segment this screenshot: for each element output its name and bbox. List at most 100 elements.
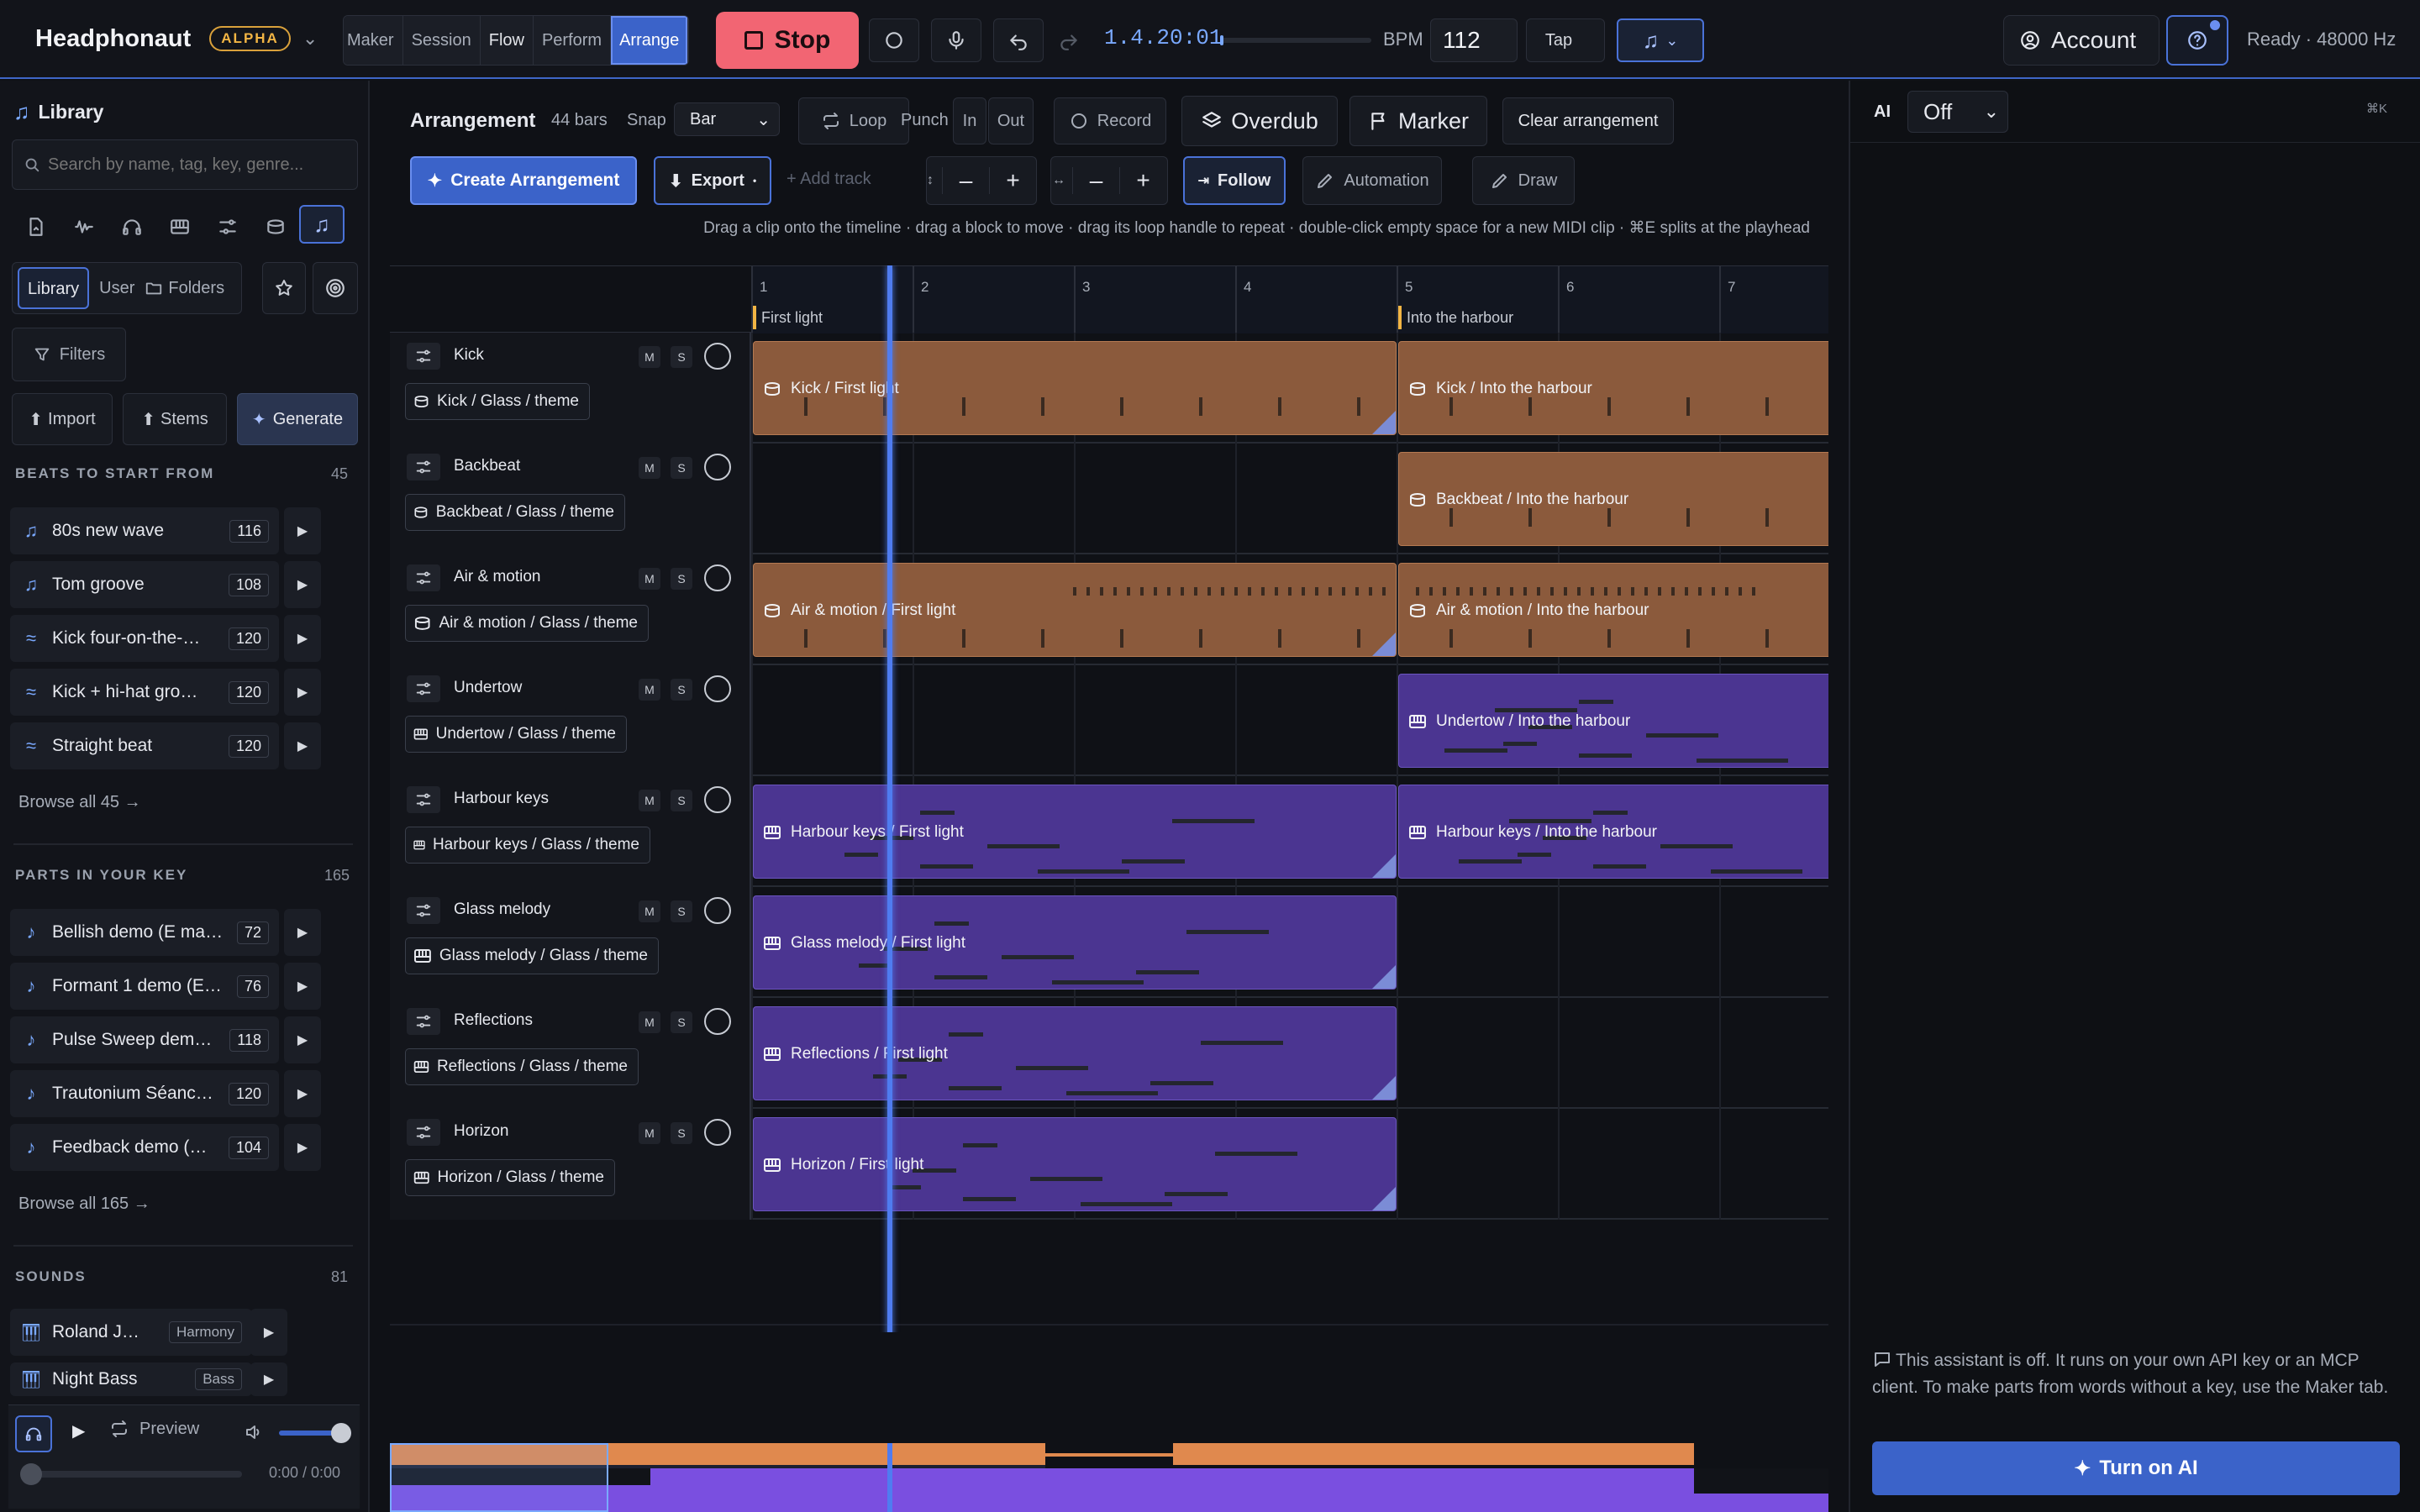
tab-folders[interactable]: Folders [145, 279, 224, 298]
clip[interactable]: Air & motion / Into the harbour [1398, 563, 1828, 657]
play-icon[interactable]: ▶ [284, 615, 321, 662]
solo-button[interactable]: S [671, 346, 692, 368]
undo-button[interactable] [993, 18, 1044, 62]
solo-button[interactable]: S [671, 568, 692, 590]
loop-handle[interactable] [1372, 633, 1396, 656]
mixer-icon[interactable] [407, 675, 440, 702]
mic-button[interactable] [931, 18, 981, 62]
account-button[interactable]: Account [2003, 15, 2160, 66]
bpm-input[interactable] [1430, 18, 1518, 62]
play-icon[interactable]: ▶ [284, 722, 321, 769]
marker-label[interactable]: First light [761, 309, 823, 327]
loop-handle[interactable] [1372, 965, 1396, 989]
list-item[interactable]: ♫ 80s new wave 116 [10, 507, 279, 554]
clip[interactable]: Harbour keys / Into the harbour [1398, 785, 1828, 879]
marker-button[interactable]: Marker [1349, 96, 1487, 146]
clip[interactable]: Glass melody / First light [753, 895, 1397, 990]
play-icon[interactable]: ▶ [250, 1309, 287, 1356]
record-arm-icon[interactable] [704, 343, 731, 370]
solo-button[interactable]: S [671, 790, 692, 811]
list-item[interactable]: ♪ Feedback demo (… 104 [10, 1124, 279, 1171]
mute-button[interactable]: M [639, 1011, 660, 1033]
tap-tempo-button[interactable]: Tap [1526, 18, 1605, 62]
draw-button[interactable]: Draw [1472, 156, 1575, 205]
mixer-icon[interactable] [407, 454, 440, 480]
tab-flow[interactable]: Flow [480, 16, 534, 65]
favorites-button[interactable] [262, 262, 306, 314]
loop-handle[interactable] [1372, 411, 1396, 434]
track-header[interactable]: Harbour keys M S Harbour keys / Glass / … [390, 776, 751, 887]
play-icon[interactable]: ▶ [284, 507, 321, 554]
export-button[interactable]: ⬇ Export • [654, 156, 771, 205]
record-arm-icon[interactable] [704, 454, 731, 480]
follow-button[interactable]: ⇥ Follow [1183, 156, 1286, 205]
scrubber-thumb[interactable] [1220, 35, 1223, 45]
record-arm-icon[interactable] [704, 1008, 731, 1035]
track-source-chip[interactable]: Undertow / Glass / theme [405, 716, 627, 753]
list-item[interactable]: ≈ Kick four-on-the-… 120 [10, 615, 279, 662]
automation-button[interactable]: Automation [1302, 156, 1442, 205]
loop-button[interactable]: Loop [798, 97, 909, 144]
sound-item[interactable]: 🎹︎ Roland J… Harmony [10, 1309, 252, 1356]
list-item[interactable]: ♪ Bellish demo (E ma… 72 [10, 909, 279, 956]
marker-label[interactable]: Into the harbour [1407, 309, 1513, 327]
mute-button[interactable]: M [639, 679, 660, 701]
mute-button[interactable]: M [639, 790, 660, 811]
volume-slider[interactable] [279, 1423, 351, 1443]
track-source-chip[interactable]: Backbeat / Glass / theme [405, 494, 625, 531]
help-button[interactable] [2166, 15, 2228, 66]
ai-mode-select[interactable]: Off ⌄ [1907, 91, 2008, 133]
target-button[interactable] [313, 262, 358, 314]
track-header[interactable]: Backbeat M S Backbeat / Glass / theme [390, 444, 751, 554]
track-source-chip[interactable]: Horizon / Glass / theme [405, 1159, 615, 1196]
volume-thumb[interactable] [331, 1423, 351, 1443]
volume-icon[interactable] [244, 1422, 264, 1442]
mixer-icon[interactable] [407, 786, 440, 813]
list-item[interactable]: ≈ Kick + hi-hat gro… 120 [10, 669, 279, 716]
play-icon[interactable]: ▶ [284, 561, 321, 608]
track-source-chip[interactable]: Air & motion / Glass / theme [405, 605, 649, 642]
mixer-icon[interactable] [407, 1119, 440, 1146]
mute-button[interactable]: M [639, 457, 660, 479]
record-arm-icon[interactable] [704, 1119, 731, 1146]
mixer-icon[interactable] [407, 564, 440, 591]
preview-progress[interactable] [20, 1463, 242, 1485]
record-arm-button[interactable] [869, 18, 919, 62]
list-item[interactable]: ♫ Tom groove 108 [10, 561, 279, 608]
mixer-icon[interactable] [407, 1008, 440, 1035]
add-track-button[interactable]: + Add track [786, 170, 871, 189]
play-icon[interactable]: ▶ [250, 1362, 287, 1396]
note-filter-icon[interactable]: ♫ [299, 205, 345, 244]
preview-loop-button[interactable]: Preview [109, 1419, 199, 1439]
position-scrubber[interactable] [1220, 35, 1371, 45]
mute-button[interactable]: M [639, 346, 660, 368]
mixer-icon[interactable] [407, 343, 440, 370]
record-arm-icon[interactable] [704, 564, 731, 591]
mute-button[interactable]: M [639, 568, 660, 590]
import-button[interactable]: ⬆ Import [12, 393, 113, 445]
track-source-chip[interactable]: Harbour keys / Glass / theme [405, 827, 650, 864]
play-icon[interactable]: ▶ [284, 963, 321, 1010]
tab-session[interactable]: Session [402, 16, 481, 65]
record-arm-icon[interactable] [704, 675, 731, 702]
list-item[interactable]: ≈ Straight beat 120 [10, 722, 279, 769]
track-header[interactable]: Air & motion M S Air & motion / Glass / … [390, 554, 751, 665]
track-source-chip[interactable]: Kick / Glass / theme [405, 383, 590, 420]
ruler[interactable] [390, 265, 1828, 333]
headphones-icon[interactable] [108, 205, 155, 249]
progress-thumb[interactable] [20, 1463, 42, 1485]
tab-perform[interactable]: Perform [533, 16, 612, 65]
loop-handle[interactable] [1372, 854, 1396, 878]
tab-arrange[interactable]: Arrange [611, 16, 689, 65]
play-icon[interactable]: ▶ [284, 1124, 321, 1171]
sound-item[interactable]: 🎹︎ Night Bass Bass [10, 1362, 252, 1396]
tab-user[interactable]: User [89, 279, 145, 298]
clip[interactable]: Backbeat / Into the harbour [1398, 452, 1828, 546]
list-item[interactable]: ♪ Trautonium Séanc… 120 [10, 1070, 279, 1117]
stems-button[interactable]: ⬆ Stems [123, 393, 227, 445]
clip[interactable]: Harbour keys / First light [753, 785, 1397, 879]
redo-button[interactable] [1044, 18, 1094, 62]
shrink-height-button[interactable]: – [942, 167, 989, 194]
punch-out-button[interactable]: Out [988, 97, 1034, 144]
play-icon[interactable]: ▶ [72, 1420, 85, 1441]
